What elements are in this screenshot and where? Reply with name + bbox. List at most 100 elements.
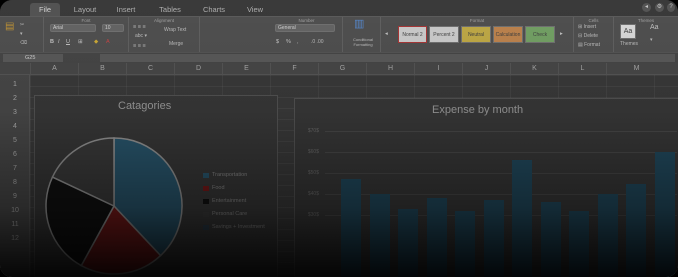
style-neutral[interactable]: Neutral [461, 26, 491, 43]
font-name-select[interactable]: Arial [50, 24, 96, 32]
bold-button[interactable]: B [50, 38, 54, 46]
pie-chart[interactable]: Catagories Transportation Food Entertainme… [34, 95, 278, 277]
bar[interactable] [455, 210, 475, 277]
number-format-select[interactable]: General [275, 24, 335, 32]
row-header-5[interactable]: 5 [0, 137, 30, 144]
bar[interactable] [398, 208, 418, 277]
conditional-formatting-icon[interactable]: ▥ [354, 19, 364, 30]
style-calculation[interactable]: Calculation [493, 26, 523, 43]
column-header-a[interactable]: A [30, 63, 78, 75]
italic-button[interactable]: I [58, 38, 60, 46]
column-header-b[interactable]: B [78, 63, 126, 75]
tab-layout[interactable]: Layout [68, 3, 102, 16]
column-header-i[interactable]: I [414, 63, 462, 75]
tab-tables[interactable]: Tables [153, 3, 187, 16]
legend-label: Savings + Investment [212, 224, 265, 230]
name-box[interactable]: G25 [3, 54, 63, 62]
style-check[interactable]: Check [525, 26, 555, 43]
column-header-h[interactable]: H [366, 63, 414, 75]
group-format: Format ◂ Normal 2 Percent 2 Neutral Calc… [381, 17, 574, 53]
y-tick-label: $60$ [307, 149, 319, 155]
borders-icon[interactable]: ⊞ [78, 38, 83, 46]
column-header-d[interactable]: D [174, 63, 222, 75]
column-header-g[interactable]: G [318, 63, 366, 75]
row-header-2[interactable]: 2 [0, 95, 30, 102]
delete-cells-button[interactable]: ⊟ Delete [578, 33, 598, 40]
ribbon: ▤ ✂ ▾ ⌫ Font Arial 10 B I U ⊞ ◆ A Alignm… [0, 16, 678, 53]
row-header-8[interactable]: 8 [0, 179, 30, 186]
bar[interactable] [426, 198, 447, 277]
bar[interactable] [341, 179, 361, 277]
styles-prev-icon[interactable]: ◂ [385, 30, 388, 38]
row-header-7[interactable]: 7 [0, 165, 30, 172]
row-header-11[interactable]: 11 [0, 221, 30, 228]
style-percent-2[interactable]: Percent 2 [429, 26, 459, 43]
column-header-k[interactable]: K [510, 63, 558, 75]
column-header-c[interactable]: C [126, 63, 174, 75]
font-size-select[interactable]: 10 [102, 24, 124, 32]
align-left-icon[interactable]: ≡ ≡ ≡ [133, 42, 146, 50]
collapse-ribbon-icon[interactable]: ◂ [642, 3, 651, 12]
row-header-10[interactable]: 10 [0, 207, 30, 214]
clear-button[interactable]: ⌫ [20, 40, 27, 47]
row-headers: 1 2 3 4 5 6 7 8 9 10 11 12 [0, 75, 30, 277]
currency-icon[interactable]: $ [276, 38, 279, 46]
row-header-9[interactable]: 9 [0, 193, 30, 200]
legend-swatch [203, 186, 209, 191]
bar-chart[interactable]: Expense by month $70$ $60$ $50$ $40$ $30$ [294, 98, 678, 277]
legend-label: Personal Care [212, 211, 248, 217]
tab-view[interactable]: View [240, 3, 270, 16]
themes-button[interactable]: Aa [620, 24, 636, 39]
settings-gear-icon[interactable]: ⚙ [655, 3, 664, 12]
bar[interactable] [597, 194, 618, 277]
tab-file[interactable]: File [30, 3, 60, 16]
decimal-icon[interactable]: .0 .00 [311, 39, 324, 46]
bar[interactable] [512, 160, 532, 277]
column-header-m[interactable]: M [606, 63, 666, 75]
bar[interactable] [540, 202, 561, 277]
row-header-1[interactable]: 1 [0, 81, 30, 88]
underline-button[interactable]: U [66, 38, 70, 46]
help-icon[interactable]: ? [667, 3, 675, 12]
style-normal-2[interactable]: Normal 2 [398, 26, 427, 43]
column-header-l[interactable]: L [558, 63, 606, 75]
bar[interactable] [654, 152, 675, 277]
bar-chart-title: Expense by month [432, 104, 524, 116]
font-color-icon[interactable]: A [106, 38, 110, 46]
wrap-text-button[interactable]: Wrap Text [164, 27, 186, 34]
fill-color-icon[interactable]: ◆ [94, 38, 98, 46]
bar[interactable] [483, 200, 504, 277]
conditional-formatting-button[interactable]: Conditional Formatting [346, 37, 380, 47]
percent-icon[interactable]: % [286, 38, 291, 46]
bar[interactable] [569, 210, 589, 277]
style-calculation-label: Calculation [495, 32, 521, 38]
insert-cells-button[interactable]: ⊞ Insert [578, 24, 596, 31]
row-header-12[interactable]: 12 [0, 235, 30, 242]
align-top-icon[interactable]: ≡ ≡ ≡ [133, 23, 146, 31]
format-cells-button[interactable]: ▤ Format [578, 42, 600, 49]
column-header-j[interactable]: J [462, 63, 510, 75]
column-header-f[interactable]: F [270, 63, 318, 75]
column-header-e[interactable]: E [222, 63, 270, 75]
merge-button[interactable]: Merge [169, 41, 183, 48]
row-header-3[interactable]: 3 [0, 109, 30, 116]
formula-input[interactable] [100, 54, 675, 62]
row-header-6[interactable]: 6 [0, 151, 30, 158]
fill-button[interactable]: ▾ [20, 31, 23, 38]
group-conditional: ▥ Conditional Formatting [343, 17, 381, 53]
theme-colors-icon[interactable]: ▾ [650, 37, 653, 44]
themes-group-title: Themes [637, 18, 655, 23]
group-edit: ▤ ✂ ▾ ⌫ [0, 17, 44, 53]
bar[interactable] [626, 183, 646, 277]
fonts-button[interactable]: Aa [650, 24, 659, 32]
comma-icon[interactable]: , [297, 38, 299, 46]
tab-insert[interactable]: Insert [110, 3, 142, 16]
tab-charts[interactable]: Charts [197, 3, 231, 16]
orientation-icon[interactable]: abc ▾ [135, 33, 147, 40]
styles-next-icon[interactable]: ▸ [560, 30, 563, 38]
paste-icon[interactable]: ▤ [5, 22, 14, 32]
cut-button[interactable]: ✂ [20, 22, 24, 29]
style-normal-2-label: Normal 2 [402, 32, 423, 38]
row-header-4[interactable]: 4 [0, 123, 30, 130]
bar[interactable] [369, 194, 390, 277]
